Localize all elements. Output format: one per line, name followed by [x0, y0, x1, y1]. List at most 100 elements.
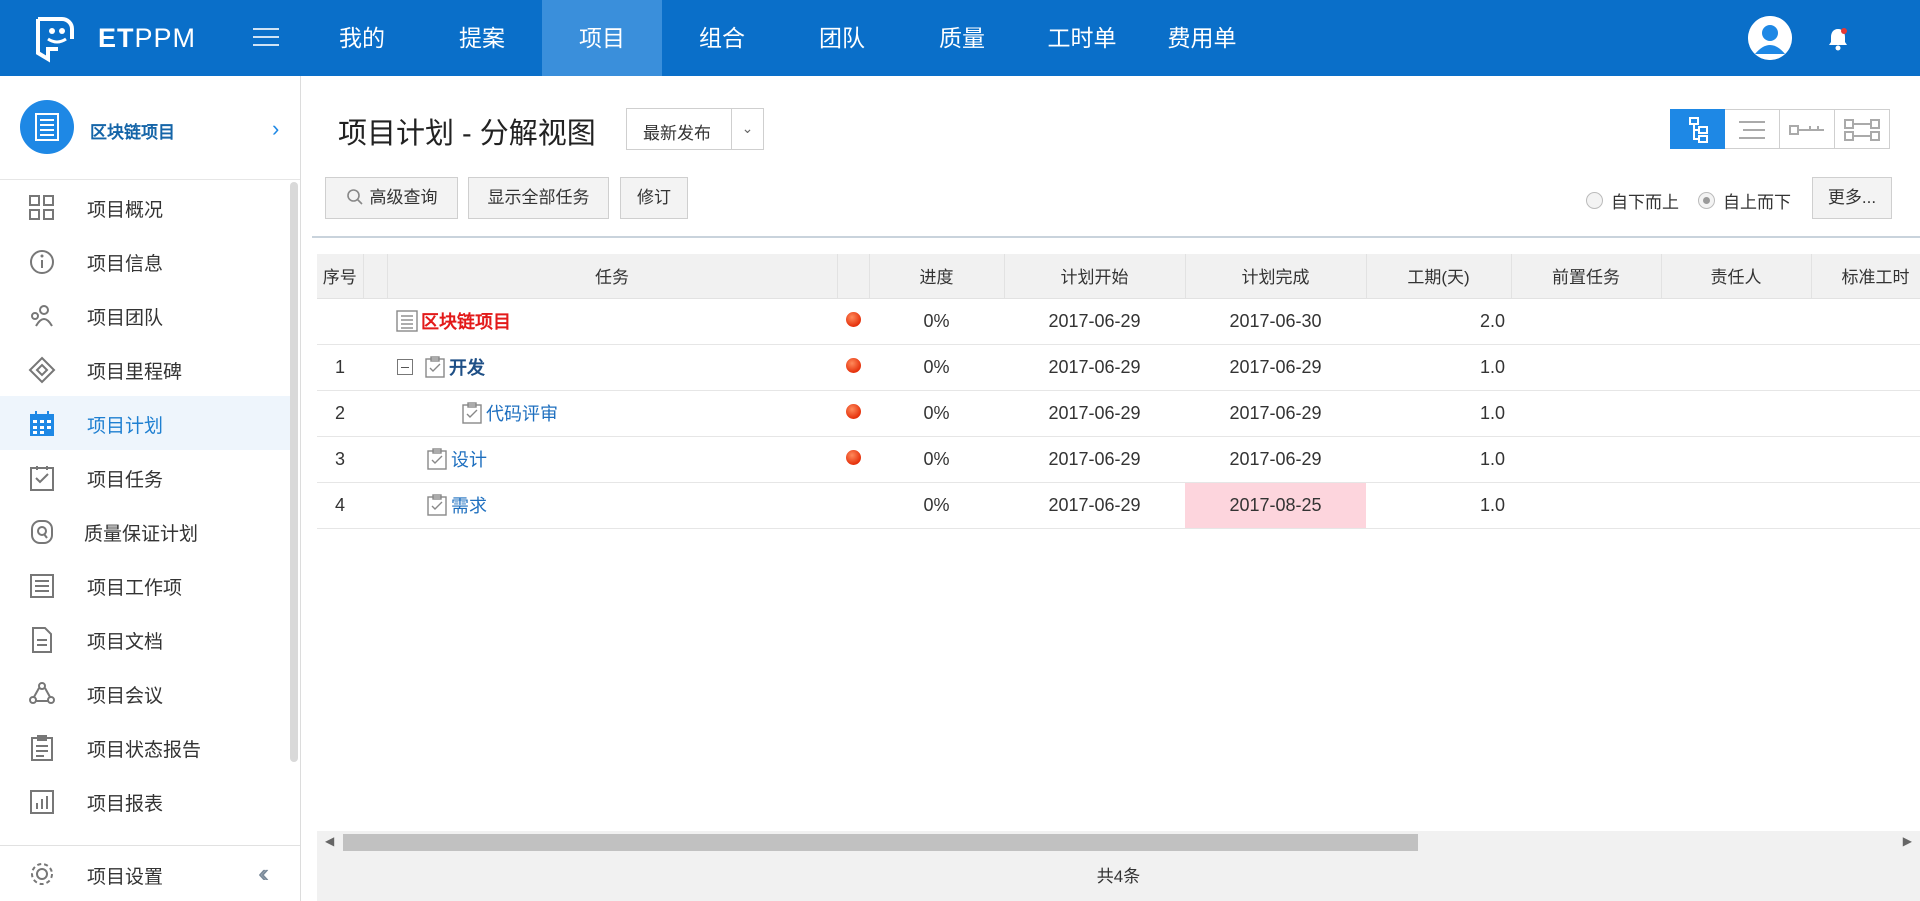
sidebar-item-plan[interactable]: 项目计划	[0, 396, 290, 450]
col-finish[interactable]: 计划完成	[1185, 254, 1367, 299]
notification-bell-icon[interactable]	[1826, 26, 1850, 52]
collapse-sidebar-icon[interactable]: ‹‹	[258, 858, 270, 889]
cell-std-hours	[1811, 390, 1920, 437]
nav-portfolio[interactable]: 组合	[662, 0, 782, 76]
network-view-button[interactable]	[1780, 109, 1835, 149]
cell-finish: 2017-06-29	[1185, 344, 1366, 391]
nav-quality[interactable]: 质量	[902, 0, 1022, 76]
col-progress[interactable]: 进度	[869, 254, 1005, 299]
cell-task: 设计	[387, 436, 837, 483]
team-icon	[31, 305, 53, 327]
col-start[interactable]: 计划开始	[1004, 254, 1186, 299]
status-dot-icon	[845, 357, 861, 373]
collapse-toggle-icon[interactable]	[397, 359, 413, 375]
table-row[interactable]: 3 设计 0% 2017-06-29 2017-06-29 1.0	[317, 436, 1920, 483]
col-std-hours[interactable]: 标准工时	[1811, 254, 1920, 299]
sidebar-item-overview[interactable]: 项目概况	[0, 180, 290, 234]
radio-bottom-up[interactable]: 自下而上	[1586, 188, 1679, 213]
scroll-left-icon[interactable]: ◀	[325, 834, 334, 848]
project-switcher[interactable]: 区块链项目 ›	[0, 76, 300, 180]
task-link[interactable]: 开发	[449, 354, 485, 380]
radio-label: 自下而上	[1611, 193, 1679, 212]
col-seq[interactable]: 序号	[317, 254, 364, 299]
cell-blank	[363, 436, 387, 483]
version-select[interactable]: 最新发布 ⌄	[626, 108, 764, 150]
breakdown-view-button[interactable]	[1670, 109, 1725, 149]
table-row[interactable]: 2 代码评审 0% 2017-06-29 2017-06-29 1.0	[317, 390, 1920, 437]
cell-progress: 0%	[869, 298, 1004, 345]
cell-status	[837, 344, 869, 391]
col-blank	[363, 254, 388, 299]
calendar-icon	[30, 411, 54, 436]
nav-timesheet[interactable]: 工时单	[1022, 0, 1142, 76]
user-avatar[interactable]	[1748, 16, 1792, 60]
task-link[interactable]: 代码评审	[486, 400, 558, 426]
sidebar-item-quality[interactable]: 质量保证计划	[0, 504, 290, 558]
sidebar-item-workitems[interactable]: 项目工作项	[0, 558, 290, 612]
cell-status	[837, 390, 869, 437]
cell-duration: 1.0	[1366, 390, 1511, 437]
app-logo[interactable]: ETPPM	[30, 12, 196, 64]
col-status	[837, 254, 870, 299]
horizontal-scrollbar[interactable]: ◀ ▶	[317, 831, 1920, 853]
col-predecessor[interactable]: 前置任务	[1511, 254, 1662, 299]
sidebar-item-reports[interactable]: 项目报表	[0, 774, 290, 828]
document-icon	[32, 627, 52, 653]
col-duration[interactable]: 工期(天)	[1366, 254, 1512, 299]
gear-icon	[31, 863, 53, 885]
col-owner[interactable]: 责任人	[1661, 254, 1812, 299]
main-nav: 我的 提案 项目 组合 团队 质量 工时单 费用单	[302, 0, 1262, 76]
table-row[interactable]: 4 需求 0% 2017-06-29 2017-08-25 1.0	[317, 482, 1920, 529]
task-link[interactable]: 设计	[451, 446, 487, 472]
sidebar-item-milestone[interactable]: 项目里程碑	[0, 342, 290, 396]
status-dot-icon	[845, 403, 861, 419]
radio-top-down[interactable]: 自上而下	[1698, 188, 1791, 213]
col-task[interactable]: 任务	[387, 254, 838, 299]
task-link[interactable]: 需求	[451, 492, 487, 518]
menu-toggle-icon[interactable]	[253, 28, 279, 48]
task-link[interactable]: 区块链项目	[421, 308, 511, 334]
show-all-tasks-button[interactable]: 显示全部任务	[468, 177, 609, 219]
sidebar-item-label: 项目状态报告	[87, 740, 202, 761]
sidebar-item-tasks[interactable]: 项目任务	[0, 450, 290, 504]
table-row[interactable]: 1 开发 0% 2017-06-29 2017-06-29 1.0	[317, 344, 1920, 391]
sidebar-item-label: 项目计划	[87, 416, 164, 437]
gantt-view-button[interactable]	[1835, 109, 1890, 149]
revise-button[interactable]: 修订	[620, 177, 688, 219]
nav-project[interactable]: 项目	[542, 0, 662, 76]
logo-text: ETPPM	[98, 22, 197, 53]
user-icon	[1748, 16, 1792, 60]
nav-team[interactable]: 团队	[782, 0, 902, 76]
sidebar-item-status-report[interactable]: 项目状态报告	[0, 720, 290, 774]
chevron-down-icon: ⌄	[731, 109, 763, 149]
scrollbar-thumb[interactable]	[343, 834, 1418, 851]
cell-blank	[363, 344, 387, 391]
radio-label: 自上而下	[1723, 193, 1791, 212]
sidebar-item-meetings[interactable]: 项目会议	[0, 666, 290, 720]
sidebar-item-team[interactable]: 项目团队	[0, 288, 290, 342]
sidebar-item-documents[interactable]: 项目文档	[0, 612, 290, 666]
more-button[interactable]: 更多...	[1812, 177, 1892, 219]
cell-owner	[1661, 436, 1811, 483]
scroll-right-icon[interactable]: ▶	[1903, 834, 1912, 848]
quality-icon	[31, 520, 53, 544]
nav-proposal[interactable]: 提案	[422, 0, 542, 76]
nav-expense[interactable]: 费用单	[1142, 0, 1262, 76]
radio-dot	[1586, 192, 1603, 209]
table-header: 序号 任务 进度 计划开始 计划完成 工期(天) 前置任务 责任人 标准工时	[317, 254, 1920, 299]
advanced-search-button[interactable]: 高级查询	[325, 177, 458, 219]
list-view-button[interactable]	[1725, 109, 1780, 149]
sidebar-item-label: 项目信息	[87, 254, 164, 275]
network-icon	[1789, 125, 1824, 135]
main-content: 项目计划 - 分解视图 最新发布 ⌄ 高级查询 显示全部任务 修订 自下而上 自…	[302, 76, 1920, 901]
table-row[interactable]: 区块链项目 0% 2017-06-29 2017-06-30 2.0	[317, 298, 1920, 345]
cell-owner	[1661, 298, 1811, 345]
top-navigation-bar: ETPPM 我的 提案 项目 组合 团队 质量 工时单 费用单	[0, 0, 1920, 76]
cell-std-hours	[1811, 482, 1920, 529]
sidebar-item-label: 项目文档	[87, 632, 164, 653]
sidebar-item-settings[interactable]: 项目设置 ‹‹	[0, 845, 300, 901]
sidebar-scrollbar[interactable]	[290, 182, 298, 762]
nav-my[interactable]: 我的	[302, 0, 422, 76]
sidebar-item-info[interactable]: 项目信息	[0, 234, 290, 288]
cell-task: 需求	[387, 482, 837, 529]
